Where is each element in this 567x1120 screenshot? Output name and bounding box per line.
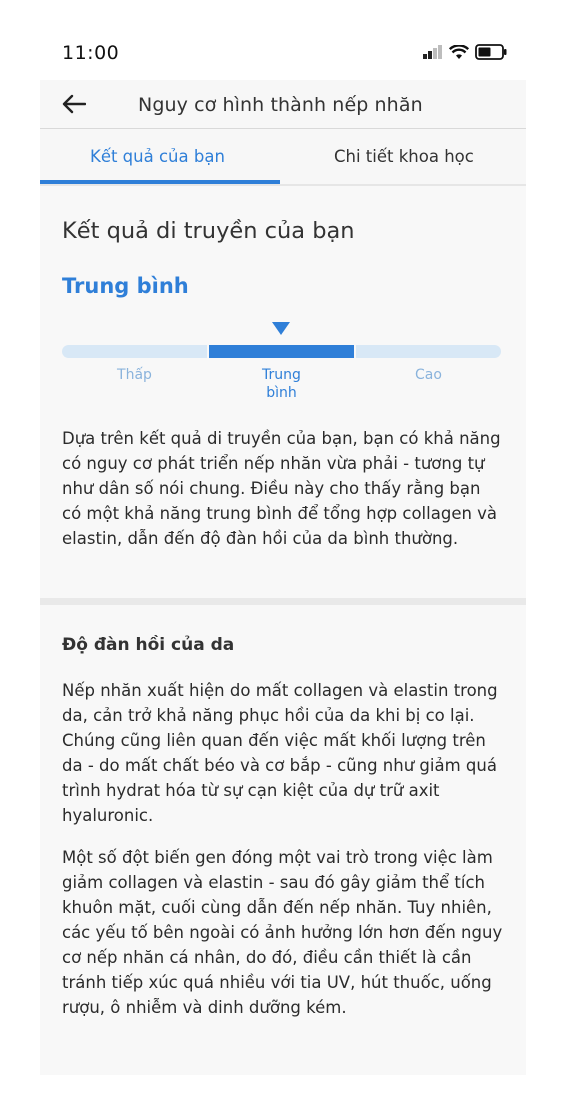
details-paragraph-2: Một số đột biến gen đóng một vai trò tro… (62, 848, 503, 1017)
cellular-signal-icon (423, 45, 442, 59)
section-heading: Độ đàn hồi của da (62, 635, 235, 655)
risk-level: Trung bình (62, 274, 189, 298)
level-marker-icon (272, 322, 290, 335)
scale-segment-high (356, 345, 501, 358)
status-time: 11:00 (62, 42, 120, 64)
details-paragraph-1: Nếp nhăn xuất hiện do mất collagen và el… (62, 681, 498, 825)
page-title: Nguy cơ hình thành nếp nhăn (138, 94, 423, 116)
section-divider (40, 598, 526, 605)
wifi-icon (449, 44, 469, 59)
scale-label-high: Cao (415, 367, 442, 383)
screen: Nguy cơ hình thành nếp nhăn Kết quả của … (40, 80, 526, 1075)
scale-segment-medium (209, 345, 354, 358)
result-card: Kết quả di truyền của bạn Trung bình Thấ… (40, 186, 526, 598)
tab-your-results[interactable]: Kết quả của bạn (90, 147, 225, 166)
details-card: Độ đàn hồi của da Nếp nhăn xuất hiện do … (40, 605, 526, 1075)
app-bar: Nguy cơ hình thành nếp nhăn (40, 80, 526, 129)
result-heading: Kết quả di truyền của bạn (62, 218, 355, 244)
tab-bar: Kết quả của bạn Chi tiết khoa học (40, 129, 526, 184)
status-icons (423, 44, 507, 60)
status-bar: 11:00 (0, 0, 567, 80)
scale-segment-low (62, 345, 207, 358)
tab-science-details[interactable]: Chi tiết khoa học (334, 147, 474, 166)
scale-label-medium: Trung bình (262, 367, 301, 401)
scale-label-low: Thấp (117, 367, 152, 383)
arrow-left-icon[interactable] (62, 94, 86, 114)
battery-icon (475, 44, 507, 60)
result-description: Dựa trên kết quả di truyền của bạn, bạn … (62, 429, 501, 548)
